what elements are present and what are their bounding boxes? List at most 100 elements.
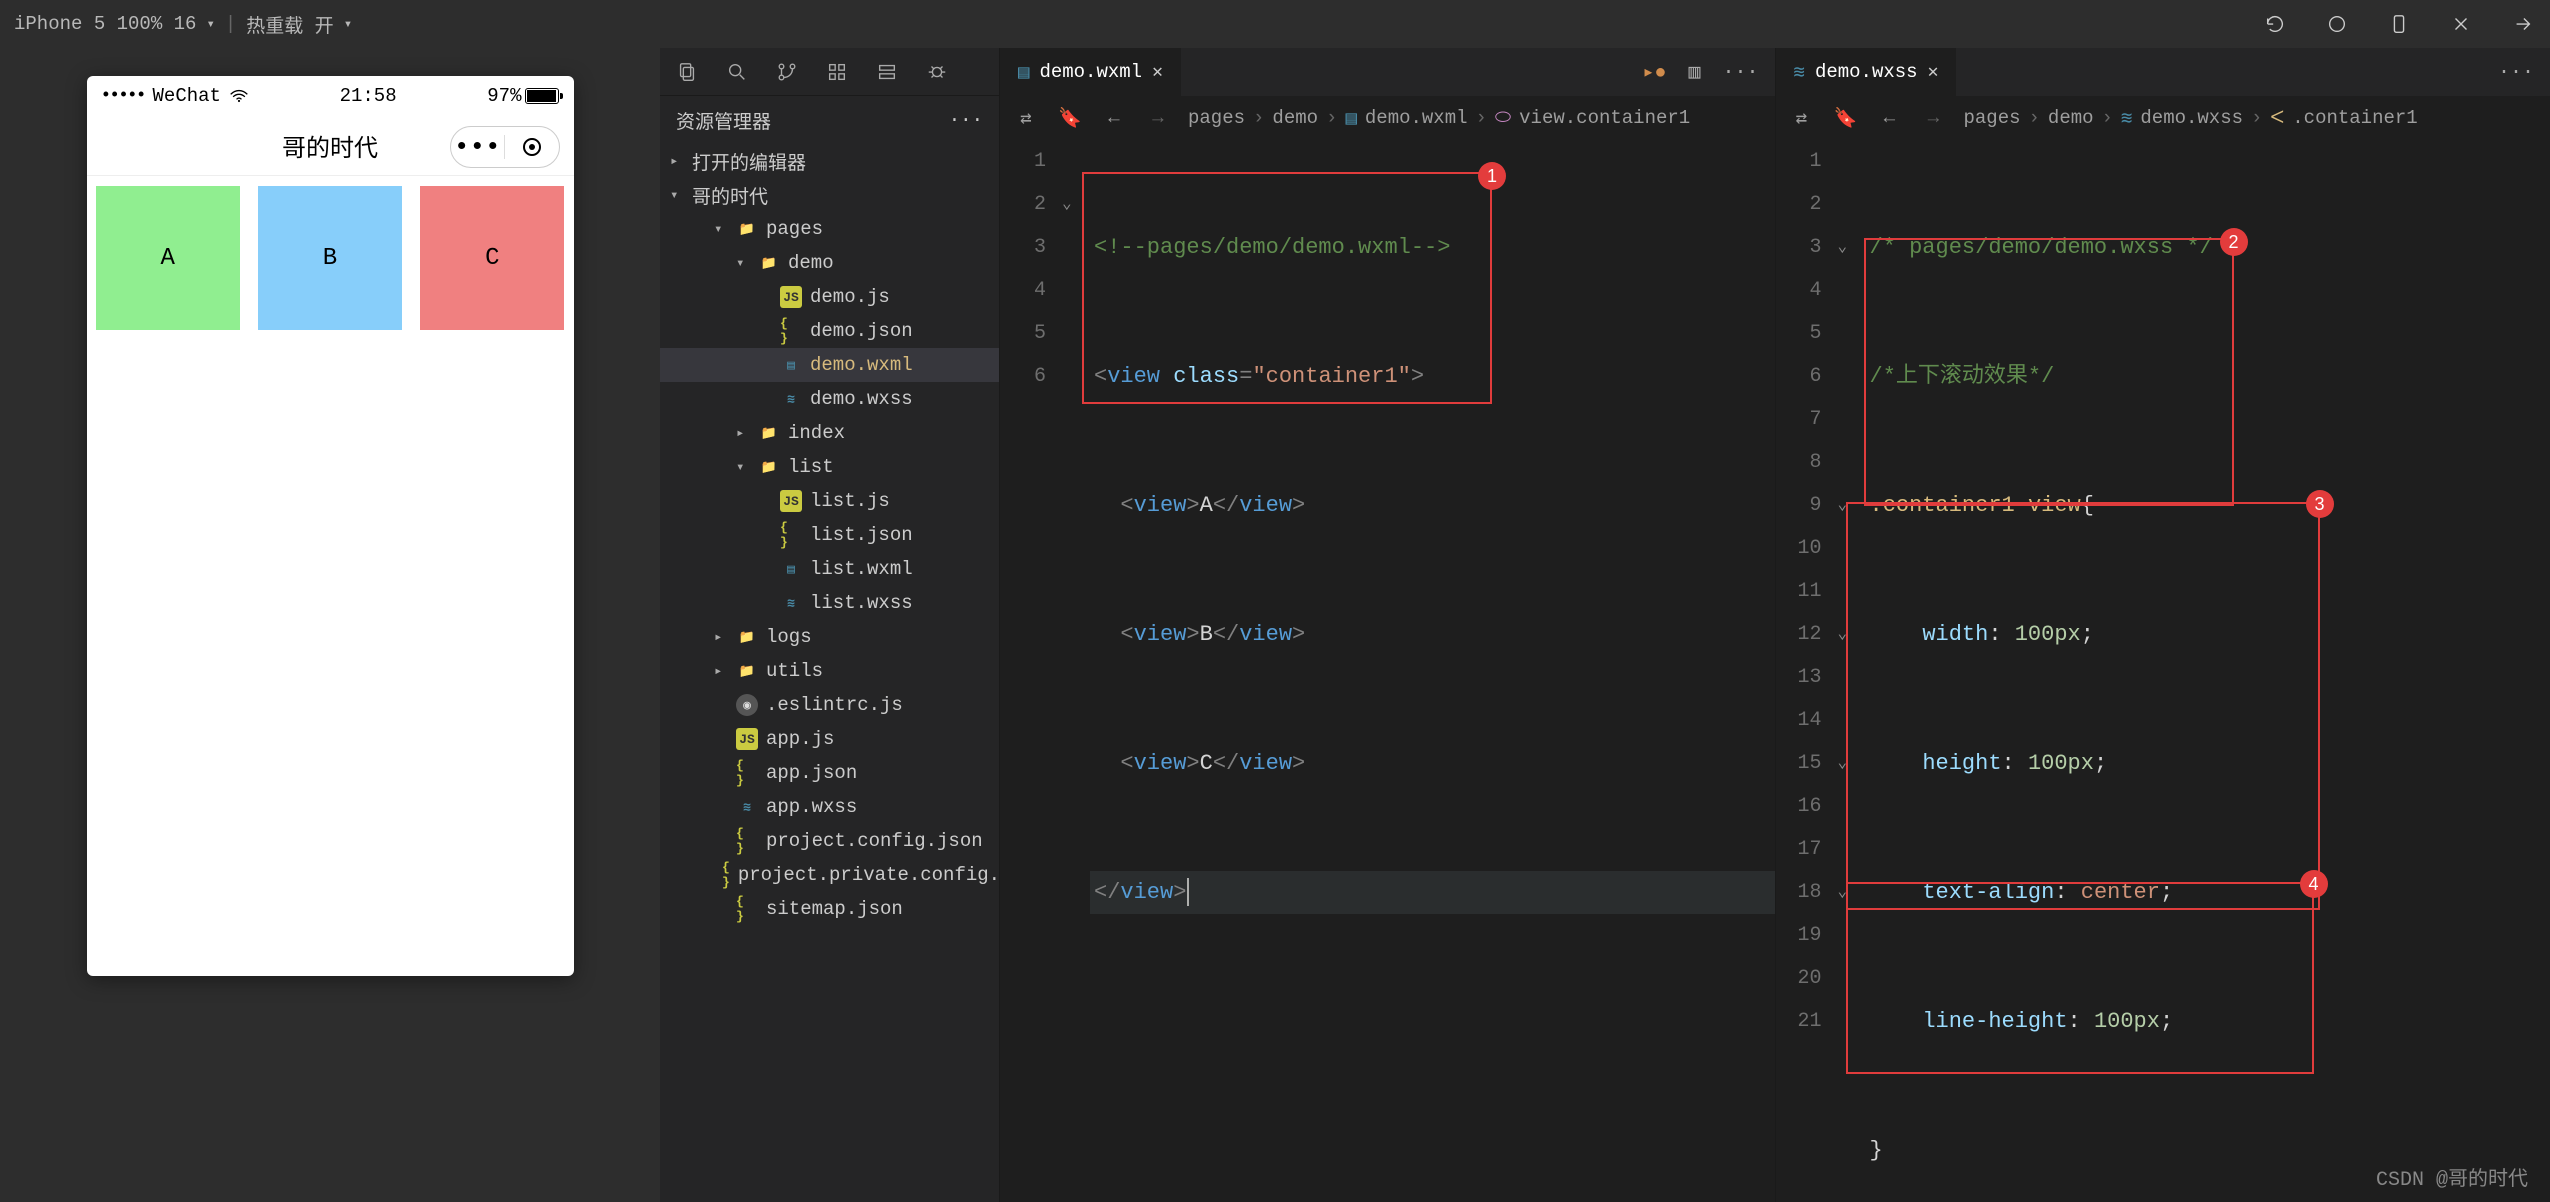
forward-icon[interactable]: → xyxy=(1922,106,1946,130)
tab-bar: ≋ demo.wxss ✕ ··· xyxy=(1776,48,2550,96)
tree-item-app.js[interactable]: JSapp.js xyxy=(660,722,999,756)
wxml-file-icon: ▤ xyxy=(780,558,802,580)
breadcrumbs[interactable]: ⇄ 🔖 ← → pages› demo› ≋ demo.wxss› ⵦ .con… xyxy=(1776,96,2550,140)
tree-item-project.private.config.json[interactable]: { }project.private.config.json xyxy=(660,858,999,892)
device-selector[interactable]: iPhone 5 100% 16 xyxy=(14,13,196,35)
wxss-file-icon: ≋ xyxy=(1794,61,1805,84)
code-area[interactable]: 123456 ⌄ <!--pages/demo/demo.wxml--> <vi… xyxy=(1000,140,1775,1202)
tab-bar: ▤ demo.wxml ✕ ▸● ▥ ··· xyxy=(1000,48,1775,96)
home-icon[interactable] xyxy=(2324,11,2350,37)
close-icon[interactable]: ✕ xyxy=(1152,61,1163,83)
section-open-editors[interactable]: ▸打开的编辑器 xyxy=(660,144,999,178)
cut-icon[interactable] xyxy=(2448,11,2474,37)
section-project[interactable]: ▾哥的时代 xyxy=(660,178,999,212)
explorer-panel: 资源管理器 ··· ▸打开的编辑器 ▾哥的时代 ▾📁pages▾📁demoJSd… xyxy=(660,48,1000,1202)
arrow-icon[interactable] xyxy=(2510,11,2536,37)
tree-item-app.wxss[interactable]: ≋app.wxss xyxy=(660,790,999,824)
tree-item-logs[interactable]: ▸📁logs xyxy=(660,620,999,654)
bookmark-icon[interactable]: 🔖 xyxy=(1058,106,1082,130)
folder-file-icon: 📁 xyxy=(758,422,780,444)
annotation-badge-2: 2 xyxy=(2220,228,2248,256)
app-page: A B C xyxy=(87,176,574,976)
wxss-file-icon: ≋ xyxy=(2121,107,2132,130)
compare-icon[interactable]: ⇄ xyxy=(1014,106,1038,130)
tree-item-utils[interactable]: ▸📁utils xyxy=(660,654,999,688)
tree-item-index[interactable]: ▸📁index xyxy=(660,416,999,450)
capsule-button[interactable]: ••• xyxy=(450,126,560,168)
tree-item-demo[interactable]: ▾📁demo xyxy=(660,246,999,280)
search-icon[interactable] xyxy=(724,59,750,85)
json-file-icon: { } xyxy=(780,320,802,342)
tab-demo-wxml[interactable]: ▤ demo.wxml ✕ xyxy=(1000,48,1182,96)
branch-icon[interactable] xyxy=(774,59,800,85)
folder-file-icon: 📁 xyxy=(736,218,758,240)
block-c: C xyxy=(420,186,564,330)
grid-icon[interactable] xyxy=(824,59,850,85)
folder-file-icon: 📁 xyxy=(736,626,758,648)
files-icon[interactable] xyxy=(674,59,700,85)
tree-item-demo.json[interactable]: { }demo.json xyxy=(660,314,999,348)
block-b: B xyxy=(258,186,402,330)
close-icon[interactable]: ✕ xyxy=(1928,61,1939,83)
explorer-header: 资源管理器 ··· xyxy=(660,96,999,144)
debug-dot-icon[interactable]: ▸● xyxy=(1642,59,1666,85)
phone-icon[interactable] xyxy=(2386,11,2412,37)
json-file-icon: { } xyxy=(736,762,758,784)
devtools-toolbar: iPhone 5 100% 16 ▾ | 热重载 开 ▾ xyxy=(0,0,2550,48)
folder-file-icon: 📁 xyxy=(758,252,780,274)
tree-item-list[interactable]: ▾📁list xyxy=(660,450,999,484)
menu-icon[interactable]: ••• xyxy=(451,132,505,162)
tree-item-demo.wxml[interactable]: ▤demo.wxml xyxy=(660,348,999,382)
folder-file-icon: 📁 xyxy=(758,456,780,478)
page-title: 哥的时代 xyxy=(282,128,378,164)
editor-wxml: ▤ demo.wxml ✕ ▸● ▥ ··· ⇄ 🔖 ← xyxy=(1000,48,1776,1202)
tree-item-app.json[interactable]: { }app.json xyxy=(660,756,999,790)
tree-item-list.wxml[interactable]: ▤list.wxml xyxy=(660,552,999,586)
annotation-badge-3: 3 xyxy=(2306,490,2334,518)
tree-item-pages[interactable]: ▾📁pages xyxy=(660,212,999,246)
tree-item-project.config.json[interactable]: { }project.config.json xyxy=(660,824,999,858)
folder-file-icon: 📁 xyxy=(736,660,758,682)
file-tree[interactable]: ▸打开的编辑器 ▾哥的时代 ▾📁pages▾📁demoJSdemo.js{ }d… xyxy=(660,144,999,1202)
activity-bar xyxy=(660,48,999,96)
phone-frame: •••••WeChat 21:58 97% 哥的时代 ••• xyxy=(87,76,574,976)
status-bar: •••••WeChat 21:58 97% xyxy=(87,76,574,116)
app-navbar: 哥的时代 ••• xyxy=(87,116,574,176)
forward-icon[interactable]: → xyxy=(1146,106,1170,130)
bookmark-icon[interactable]: 🔖 xyxy=(1834,106,1858,130)
more-icon[interactable]: ··· xyxy=(2498,61,2534,84)
battery-label: 97% xyxy=(487,85,521,107)
tree-item-sitemap.json[interactable]: { }sitemap.json xyxy=(660,892,999,926)
breadcrumbs[interactable]: ⇄ 🔖 ← → pages› demo› ▤ demo.wxml› ⬭ view… xyxy=(1000,96,1775,140)
json-file-icon: { } xyxy=(780,524,802,546)
close-program-icon[interactable] xyxy=(505,138,559,156)
tab-demo-wxss[interactable]: ≋ demo.wxss ✕ xyxy=(1776,48,1958,96)
bug-icon[interactable] xyxy=(924,59,950,85)
tree-item-list.json[interactable]: { }list.json xyxy=(660,518,999,552)
chevron-down-icon: ▾ xyxy=(206,16,214,33)
more-icon[interactable]: ··· xyxy=(949,109,983,131)
wxss-file-icon: ≋ xyxy=(780,388,802,410)
refresh-icon[interactable] xyxy=(2262,11,2288,37)
cfg-file-icon: ◉ xyxy=(736,694,758,716)
watermark: CSDN @哥的时代 xyxy=(2376,1162,2528,1192)
layers-icon[interactable] xyxy=(874,59,900,85)
tree-item-list.wxss[interactable]: ≋list.wxss xyxy=(660,586,999,620)
back-icon[interactable]: ← xyxy=(1878,106,1902,130)
wxss-file-icon: ≋ xyxy=(780,592,802,614)
back-icon[interactable]: ← xyxy=(1102,106,1126,130)
wxml-file-icon: ▤ xyxy=(780,354,802,376)
more-icon[interactable]: ··· xyxy=(1722,61,1758,84)
simulator-panel: •••••WeChat 21:58 97% 哥的时代 ••• xyxy=(0,48,660,1202)
compare-icon[interactable]: ⇄ xyxy=(1790,106,1814,130)
chevron-down-icon: ▾ xyxy=(344,16,352,33)
hot-reload-toggle[interactable]: 热重载 开 xyxy=(246,11,333,38)
tree-item-demo.wxss[interactable]: ≋demo.wxss xyxy=(660,382,999,416)
tree-item-demo.js[interactable]: JSdemo.js xyxy=(660,280,999,314)
wxss-file-icon: ≋ xyxy=(736,796,758,818)
code-area[interactable]: 123456789101112131415161718192021 ⌄⌄⌄⌄⌄ … xyxy=(1776,140,2550,1202)
tree-item-.eslintrc.js[interactable]: ◉.eslintrc.js xyxy=(660,688,999,722)
split-icon[interactable]: ▥ xyxy=(1688,59,1700,85)
clock-label: 21:58 xyxy=(340,85,397,107)
tree-item-list.js[interactable]: JSlist.js xyxy=(660,484,999,518)
